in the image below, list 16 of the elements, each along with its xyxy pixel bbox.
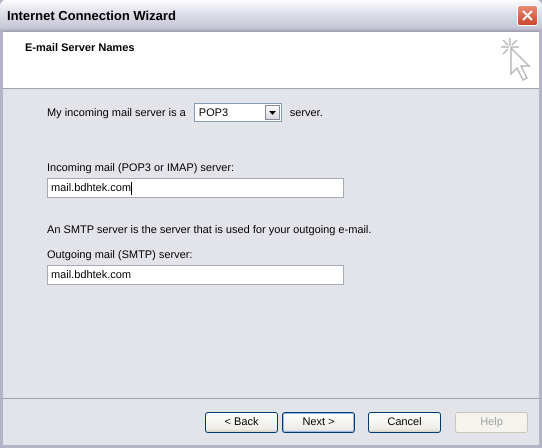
wizard-button[interactable]: < Back xyxy=(205,412,278,432)
window-title: Internet Connection Wizard xyxy=(7,8,176,23)
server-type-label: My incoming mail server is a xyxy=(47,106,186,118)
page-title: E-mail Server Names xyxy=(25,42,134,54)
close-icon xyxy=(521,9,534,22)
server-input-field[interactable]: mail.bdhtek.com xyxy=(47,265,344,285)
field-label: Incoming mail (POP3 or IMAP) server: xyxy=(47,162,236,174)
close-button[interactable] xyxy=(517,5,538,26)
server-type-dropdown[interactable]: POP3 xyxy=(194,103,282,122)
server-type-suffix: server. xyxy=(290,106,323,118)
server-input-field[interactable]: mail.bdhtek.com xyxy=(47,178,344,198)
wizard-button[interactable]: Cancel xyxy=(368,412,441,432)
dropdown-arrow-icon xyxy=(268,110,276,114)
smtp-note: An SMTP server is the server that is used for your outgoing e-mail. xyxy=(47,224,372,236)
field-label: Outgoing mail (SMTP) server: xyxy=(47,249,194,261)
wizard-button[interactable]: Next > xyxy=(282,412,355,432)
